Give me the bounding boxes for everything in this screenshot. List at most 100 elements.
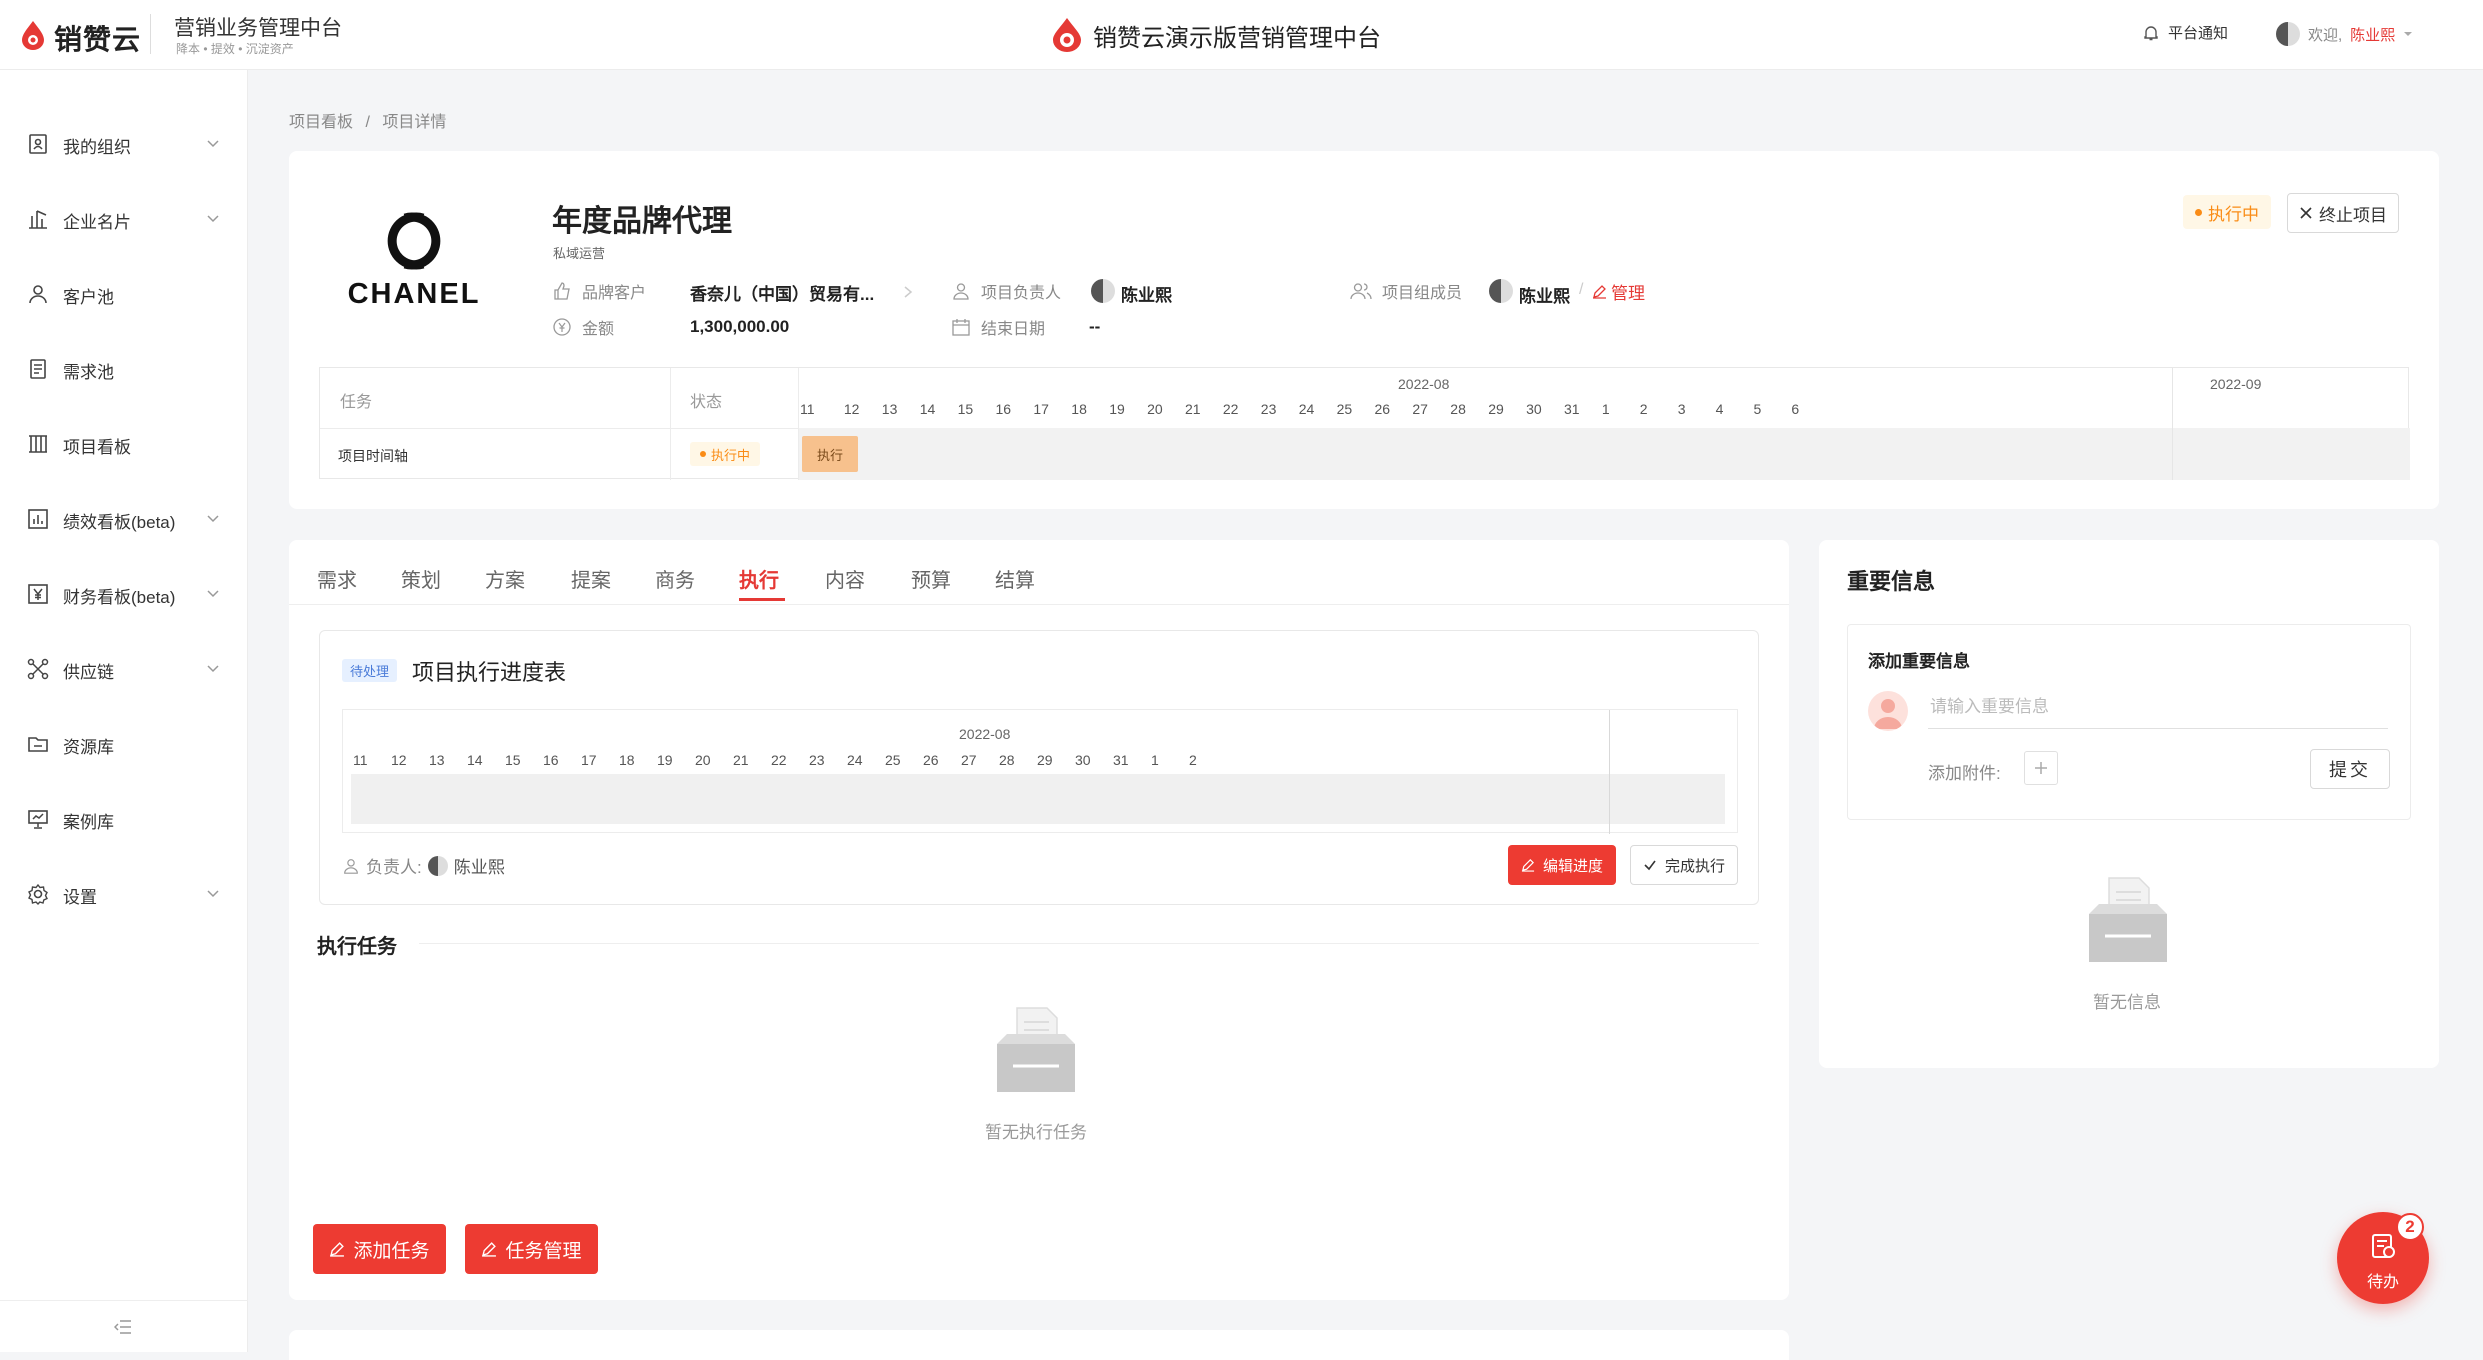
sidebar-item-label: 设置 [63, 888, 97, 907]
manage-members-link[interactable]: 管理 [1592, 279, 1645, 304]
chevron-right-icon[interactable] [903, 285, 913, 299]
board-icon [29, 435, 47, 453]
brand-client-value[interactable]: 香奈儿（中国）贸易有... [690, 280, 874, 305]
active-tab-indicator [739, 598, 785, 601]
tab-4[interactable]: 商务 [655, 564, 695, 593]
tab-7[interactable]: 预算 [911, 564, 951, 593]
stop-project-button[interactable]: 终止项目 [2287, 193, 2399, 233]
edit-progress-button[interactable]: 编辑进度 [1508, 845, 1616, 885]
todo-label: 待办 [2366, 1274, 2399, 1291]
edit-icon [1593, 285, 1606, 299]
task-manage-button[interactable]: 任务管理 [465, 1224, 598, 1274]
brand-client-field: 品牌客户 [552, 279, 646, 303]
schedule-day-label: 18 [619, 752, 635, 768]
project-status-badge: 执行中 [2183, 195, 2271, 229]
timeline-month-sep: 2022-09 [2210, 376, 2262, 392]
timeline-day-label: 24 [1298, 401, 1315, 417]
logo-text: CHANEL [347, 278, 481, 310]
tab-0[interactable]: 需求 [317, 564, 357, 593]
month-divider [2172, 368, 2173, 480]
user-icon [344, 858, 358, 874]
caret-down-icon [2404, 32, 2413, 36]
end-date-label: 结束日期 [981, 321, 1046, 338]
sidebar-item-cases[interactable]: 案例库 [0, 795, 248, 843]
add-task-button[interactable]: 添加任务 [313, 1224, 446, 1274]
important-info-input[interactable] [1928, 685, 2388, 729]
owner-avatar [427, 855, 448, 876]
tab-6[interactable]: 内容 [825, 564, 865, 593]
gear-icon [28, 883, 48, 906]
member-value: 陈业熙 [1519, 287, 1570, 306]
schedule-month: 2022-08 [959, 726, 1011, 742]
timeline-bar-execute[interactable]: 执行 [802, 436, 858, 472]
timeline-day-label: 25 [1336, 401, 1353, 417]
sidebar-item-org[interactable]: 我的组织 [0, 120, 248, 168]
avatar [2276, 22, 2300, 46]
owner-value: 陈业熙 [1121, 286, 1172, 305]
schedule-day-label: 15 [505, 752, 521, 768]
edit-icon [330, 1242, 345, 1257]
sidebar-item-demands[interactable]: 需求池 [0, 345, 248, 393]
timeline-day-label: 29 [1488, 401, 1504, 417]
user-menu[interactable]: 欢迎, 陈业熙 [2276, 22, 2413, 46]
sidebar: 我的组织 企业名片 客户池 需求池 项目看板 绩效看板(beta) 财务看板(b… [0, 70, 248, 1352]
breadcrumb-root-link[interactable]: 项目看板 [289, 114, 353, 131]
sidebar-item-label: 资源库 [63, 738, 114, 757]
tab-5[interactable]: 执行 [739, 564, 779, 593]
complete-execution-button[interactable]: 完成执行 [1630, 845, 1738, 885]
schedule-day-label: 17 [581, 752, 597, 768]
schedule-day-label: 20 [695, 752, 711, 768]
timeline-day-label: 1 [1601, 401, 1610, 417]
sidebar-item-finance[interactable]: 财务看板(beta) [0, 570, 248, 618]
manage-label: 管理 [1611, 284, 1645, 303]
user-icon [29, 285, 47, 304]
status-label: 执行中 [2208, 204, 2259, 224]
project-category: 私域运营 [553, 246, 606, 261]
timeline-month-aug: 2022-08 [1398, 376, 1450, 392]
sidebar-collapse-button[interactable] [0, 1300, 248, 1352]
schedule-day-label: 22 [771, 752, 787, 768]
timeline-day-label: 20 [1147, 401, 1163, 417]
project-tabs-card: 需求 策划 方案 提案 商务 执行 内容 预算 结算 待处理 项目执行进度表 2022-08 1… [289, 540, 1789, 1300]
sidebar-item-supply-chain[interactable]: 供应链 [0, 645, 248, 693]
end-date-field: 结束日期 [951, 315, 1045, 339]
schedule-day-label: 11 [353, 752, 368, 768]
amount-value: 1,300,000.00 [690, 317, 790, 336]
schedule-owner-value: 陈业熙 [453, 858, 505, 877]
section-divider [419, 943, 1759, 944]
plus-icon [2035, 762, 2047, 774]
avatar [1868, 691, 1908, 731]
timeline-day-label: 2 [1639, 401, 1648, 417]
timeline-day-label: 31 [1564, 401, 1580, 417]
tab-8[interactable]: 结算 [995, 564, 1035, 593]
end-date-value: -- [1089, 317, 1101, 336]
timeline-day-label: 6 [1791, 401, 1800, 417]
brand-name[interactable]: 销赞云 [54, 18, 141, 58]
breadcrumb-current: 项目详情 [382, 114, 447, 131]
tab-1[interactable]: 策划 [401, 564, 441, 593]
sidebar-item-settings[interactable]: 设置 [0, 870, 248, 918]
tab-3[interactable]: 提案 [571, 564, 611, 593]
sidebar-item-resources[interactable]: 资源库 [0, 720, 248, 768]
members-field: 项目组成员 [1350, 279, 1462, 303]
thumbs-up-icon [554, 282, 570, 300]
brand-logo-icon[interactable] [20, 20, 46, 50]
add-attachment-button[interactable] [2024, 751, 2058, 785]
chanel-cc-logo-icon [387, 212, 441, 270]
empty-inbox-icon [997, 1007, 1075, 1092]
submit-button[interactable]: 提交 [2310, 749, 2390, 789]
timeline-track [799, 428, 2410, 480]
timeline-day-label: 17 [1033, 401, 1049, 417]
platform-notify-button[interactable]: 平台通知 [2142, 22, 2228, 43]
schedule-day-label: 14 [467, 752, 483, 768]
sidebar-item-customers[interactable]: 客户池 [0, 270, 248, 318]
sidebar-item-performance[interactable]: 绩效看板(beta) [0, 495, 248, 543]
schedule-day-label: 25 [885, 752, 901, 768]
sidebar-item-company-card[interactable]: 企业名片 [0, 195, 248, 243]
sidebar-item-project-board[interactable]: 项目看板 [0, 420, 248, 468]
breadcrumb-separator: / [365, 114, 370, 131]
complete-label: 完成执行 [1664, 857, 1725, 875]
timeline-day-label: 4 [1715, 401, 1724, 417]
tab-2[interactable]: 方案 [485, 564, 525, 593]
schedule-day-label: 19 [657, 752, 673, 768]
